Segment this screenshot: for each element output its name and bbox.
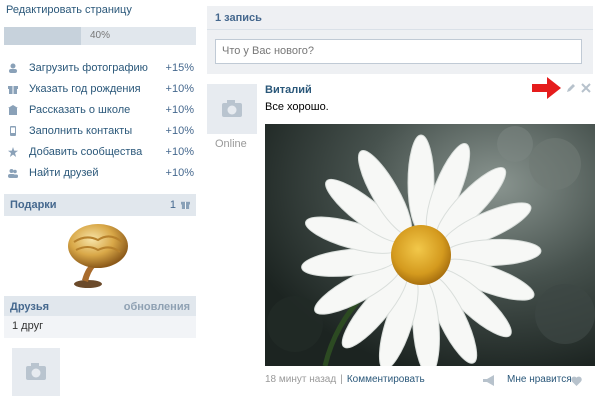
- task-bonus: +10%: [165, 83, 194, 95]
- comment-link[interactable]: Комментировать: [347, 374, 425, 385]
- task-label: Найти друзей: [29, 167, 99, 179]
- friends-updates-link[interactable]: обновления: [124, 296, 190, 318]
- task-contacts[interactable]: Заполнить контакты +10%: [8, 121, 196, 141]
- task-bonus: +10%: [165, 167, 194, 179]
- school-icon: [8, 105, 18, 115]
- friends-icon: [8, 169, 18, 178]
- gift-image[interactable]: [64, 220, 130, 288]
- task-communities[interactable]: Добавить сообщества +10%: [8, 142, 196, 162]
- friends-title: Друзья: [10, 301, 50, 313]
- task-label: Заполнить контакты: [29, 125, 133, 137]
- task-bonus: +15%: [165, 62, 194, 74]
- edit-page-link[interactable]: Редактировать страницу: [6, 4, 132, 16]
- gift-small-icon: [8, 86, 18, 94]
- post-time[interactable]: 18 минут назад: [265, 374, 336, 385]
- gifts-header[interactable]: Подарки 1: [4, 194, 196, 216]
- task-upload-photo[interactable]: Загрузить фотографию +15%: [8, 58, 196, 78]
- friends-count[interactable]: 1 друг: [12, 320, 43, 332]
- post-meta: 18 минут назад | Комментировать: [265, 374, 425, 385]
- wall-column: 1 запись Что у Вас нового? Online Витали…: [207, 0, 600, 402]
- online-status: Online: [215, 138, 247, 150]
- new-post-input[interactable]: Что у Вас нового?: [215, 39, 582, 64]
- task-school[interactable]: Рассказать о школе +10%: [8, 100, 196, 120]
- wall-header: 1 запись: [207, 6, 593, 30]
- phone-icon: [10, 126, 16, 136]
- delete-close-icon[interactable]: [580, 82, 592, 94]
- friend-avatar[interactable]: [12, 348, 60, 396]
- user-icon: [9, 63, 17, 73]
- post-box: Что у Вас нового?: [207, 30, 593, 74]
- gifts-count: 1: [170, 194, 190, 216]
- profile-completion-bar: 40%: [4, 27, 196, 45]
- gifts-count-number: 1: [169, 199, 176, 211]
- task-birth-year[interactable]: Указать год рождения +10%: [8, 79, 196, 99]
- meta-separator: |: [340, 374, 343, 385]
- task-find-friends[interactable]: Найти друзей +10%: [8, 163, 196, 183]
- task-label: Добавить сообщества: [29, 146, 143, 158]
- friends-header[interactable]: Друзья обновления: [4, 296, 196, 318]
- like-label: Мне нравится: [507, 374, 572, 385]
- share-megaphone-icon[interactable]: [483, 375, 497, 386]
- wall-title[interactable]: 1 запись: [215, 12, 262, 24]
- gifts-title: Подарки: [10, 199, 57, 211]
- post-author-avatar[interactable]: [207, 84, 257, 134]
- task-bonus: +10%: [165, 146, 194, 158]
- star-icon: [8, 147, 18, 157]
- task-label: Рассказать о школе: [29, 104, 131, 116]
- like-area[interactable]: Мне нравится: [483, 374, 593, 388]
- post-text: Все хорошо.: [265, 101, 329, 113]
- daisy-photo-image: [265, 124, 595, 366]
- profile-completion-label: 40%: [89, 30, 110, 41]
- edit-pencil-icon[interactable]: [565, 82, 577, 94]
- camera-icon: [26, 363, 46, 380]
- gift-small-icon: [181, 201, 190, 209]
- task-bonus: +10%: [165, 104, 194, 116]
- post-photo[interactable]: [265, 124, 595, 366]
- left-column: Редактировать страницу 40% Загрузить фот…: [0, 0, 200, 402]
- task-label: Указать год рождения: [29, 83, 141, 95]
- heart-icon[interactable]: [571, 376, 582, 386]
- red-arrow-icon: [532, 77, 561, 99]
- task-bonus: +10%: [165, 125, 194, 137]
- task-label: Загрузить фотографию: [29, 62, 148, 74]
- post-author-name[interactable]: Виталий: [265, 84, 312, 96]
- camera-icon: [222, 100, 242, 117]
